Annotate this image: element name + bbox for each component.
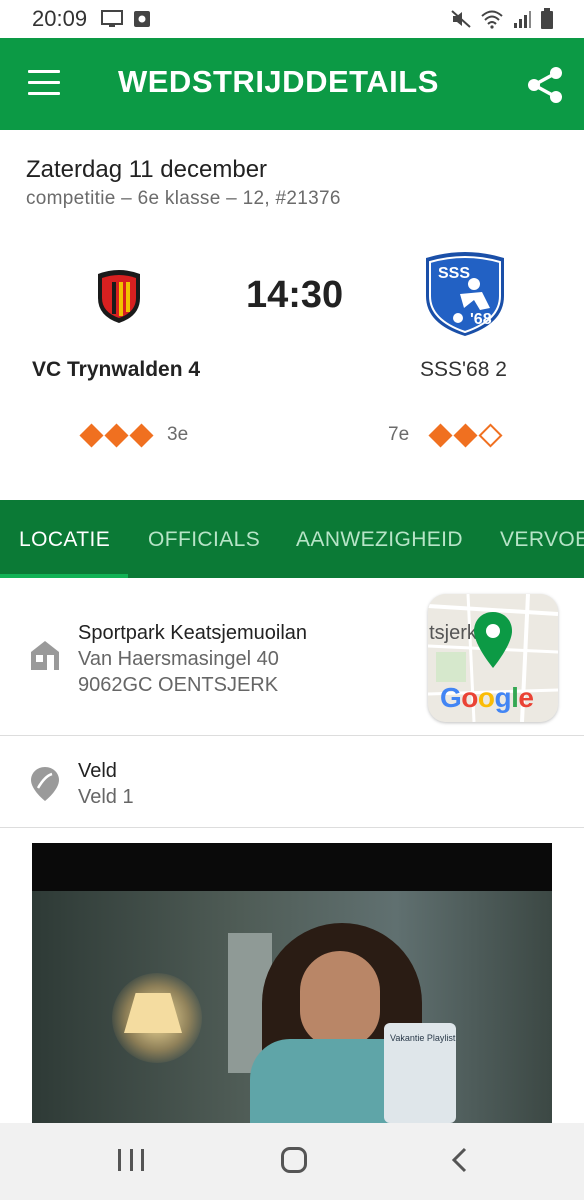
venue-name: Sportpark Keatsjemuoilan xyxy=(78,622,308,644)
menu-icon[interactable] xyxy=(28,70,60,98)
media-icon xyxy=(134,11,151,27)
signal-icon xyxy=(514,11,531,28)
status-time: 20:09 xyxy=(32,6,88,31)
map-pin-icon xyxy=(474,612,512,668)
match-header: Zaterdag 11 december competitie – 6e kla… xyxy=(0,130,584,500)
page-title: WEDSTRIJDDETAILS xyxy=(118,64,439,99)
match-subtitle: competitie – 6e klasse – 12, #21376 xyxy=(26,188,341,209)
diamond-filled-icon xyxy=(104,422,129,448)
share-icon[interactable] xyxy=(524,64,566,106)
map-place-label: ntsjerk xyxy=(428,622,477,644)
away-team-name[interactable]: SSS'68 2 xyxy=(420,358,507,382)
location-pin-icon xyxy=(31,767,59,801)
tab-officials[interactable]: OFFICIALS xyxy=(148,528,260,552)
advertisement-video[interactable]: Vakantie Playlist xyxy=(32,843,552,1123)
app-bar: WEDSTRIJDDETAILS xyxy=(0,38,584,130)
away-team-logo-icon[interactable]: SSS '68 xyxy=(420,248,510,338)
status-right-icons xyxy=(450,8,554,30)
system-nav-bar xyxy=(0,1123,584,1200)
diamond-empty-icon xyxy=(478,422,503,448)
google-logo: Google xyxy=(440,682,534,713)
diamond-filled-icon xyxy=(79,422,104,448)
diamond-filled-icon xyxy=(129,422,154,448)
status-bar: 20:09 xyxy=(0,0,584,38)
wifi-icon xyxy=(481,10,503,29)
venue-address-street: Van Haersmasingel 40 xyxy=(78,648,279,670)
svg-text:'68: '68 xyxy=(470,311,492,328)
recent-apps-icon[interactable] xyxy=(118,1149,144,1171)
cast-icon xyxy=(101,10,124,27)
map-thumbnail[interactable]: ntsjerk Google xyxy=(428,594,558,722)
diamond-filled-icon xyxy=(428,422,453,448)
ad-device-label: Vakantie Playlist xyxy=(390,1033,456,1043)
svg-text:SSS: SSS xyxy=(438,265,470,282)
tab-locatie[interactable]: LOCATIE xyxy=(19,528,110,552)
away-team-rank: 7e xyxy=(388,424,410,445)
tab-aanwezigheid[interactable]: AANWEZIGHEID xyxy=(296,528,463,552)
home-team-rank: 3e xyxy=(167,424,189,445)
ad-person-face xyxy=(300,951,380,1047)
kickoff-time: 14:30 xyxy=(246,274,344,316)
back-icon[interactable] xyxy=(450,1147,468,1173)
tab-vervoer[interactable]: VERVOE xyxy=(500,528,584,552)
diamond-filled-icon xyxy=(453,422,478,448)
status-left-icons xyxy=(101,10,151,28)
match-date: Zaterdag 11 december xyxy=(26,156,268,183)
mute-icon xyxy=(451,10,471,28)
away-team-strength: 7e xyxy=(388,422,503,448)
field-value: Veld 1 xyxy=(78,786,134,808)
field-row: Veld Veld 1 xyxy=(0,736,584,828)
field-label: Veld xyxy=(78,760,117,782)
home-icon[interactable] xyxy=(281,1147,307,1173)
battery-icon xyxy=(541,8,553,29)
home-team-logo-icon[interactable] xyxy=(96,268,142,324)
home-team-strength: 3e xyxy=(79,422,189,448)
venue-icon xyxy=(31,641,59,670)
location-row[interactable]: Sportpark Keatsjemuoilan Van Haersmasing… xyxy=(0,578,584,736)
venue-address-city: 9062GC OENTSJERK xyxy=(78,674,279,696)
tab-bar: LOCATIE OFFICIALS AANWEZIGHEID VERVOE xyxy=(0,500,584,578)
home-team-name[interactable]: VC Trynwalden 4 xyxy=(32,358,200,382)
